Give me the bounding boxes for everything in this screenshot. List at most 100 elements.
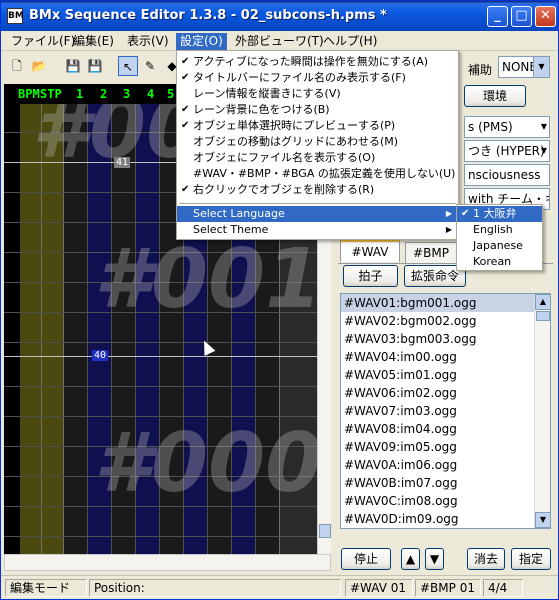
list-item[interactable]: #WAV01:bgm001.ogg — [341, 294, 550, 312]
minimize-button[interactable]: _ — [487, 6, 508, 27]
menu-edit[interactable]: 編集(E) — [69, 33, 118, 50]
hojo-select[interactable]: NONE ▼ — [498, 56, 550, 78]
move-down-button[interactable]: ▼ — [425, 548, 444, 570]
menu-help[interactable]: ヘルプ(H) — [319, 33, 381, 50]
environment-button[interactable]: 環境 — [464, 85, 526, 107]
status-beat: 4/4 — [483, 579, 523, 597]
list-item[interactable]: #WAV03:bgm003.ogg — [341, 330, 550, 348]
mode-select[interactable]: s (PMS) ▼ — [464, 116, 550, 138]
language-submenu: ✔ 1 大阪弁 English Japanese Korean — [456, 204, 543, 271]
app-icon: BM — [7, 8, 24, 24]
status-position: Position: — [89, 579, 341, 597]
menu-option-right-click-delete[interactable]: ✔ 右クリックでオブジェを削除する(R) — [177, 182, 458, 198]
menu-option-label: #WAV・#BMP・#BGA の拡張定義を使用しない(U) — [193, 167, 456, 180]
menu-option-label: アクティブになった瞬間は操作を無効にする(A) — [193, 55, 429, 68]
status-bar: 編集モード Position: #WAV 01 #BMP 01 4/4 — [1, 575, 558, 599]
menu-settings[interactable]: 設定(O) — [176, 33, 227, 50]
language-option-label: Japanese — [473, 239, 523, 252]
wav-list-scroll-thumb[interactable] — [536, 311, 550, 321]
list-item[interactable]: #WAV0C:im08.ogg — [341, 492, 550, 510]
assign-button[interactable]: 指定 — [511, 548, 551, 570]
wav-list[interactable]: #WAV01:bgm001.ogg #WAV02:bgm002.ogg #WAV… — [340, 293, 551, 529]
language-option-english[interactable]: English — [457, 222, 542, 238]
measure-watermark-bottom: #000 — [94, 416, 323, 511]
language-option-label: 1 大阪弁 — [473, 207, 517, 220]
list-item[interactable]: #WAV05:im01.ogg — [341, 366, 550, 384]
language-option-korean[interactable]: Korean — [457, 254, 542, 270]
list-item[interactable]: #WAV0A:im06.ogg — [341, 456, 550, 474]
move-up-button[interactable]: ▲ — [401, 548, 420, 570]
editor-horizontal-scrollbar[interactable] — [4, 554, 331, 571]
pencil-icon[interactable]: ✎ — [140, 56, 160, 76]
chevron-down-icon[interactable]: ▼ — [541, 117, 547, 137]
title-field[interactable]: nsciousness — [464, 164, 550, 186]
check-icon: ✔ — [181, 184, 190, 195]
close-button[interactable]: ✕ — [535, 6, 556, 27]
list-item[interactable]: #WAV0B:im07.ogg — [341, 474, 550, 492]
chevron-down-icon[interactable]: ▼ — [541, 141, 547, 161]
lane-gutter — [4, 84, 20, 554]
measure-number-41: 41 — [114, 157, 131, 168]
menu-option-preview-on-select[interactable]: ✔ オブジェ単体選択時にプレビューする(P) — [177, 118, 458, 134]
hojo-label: 補助 — [468, 63, 493, 77]
menu-option-disable-on-activate[interactable]: ✔ アクティブになった瞬間は操作を無効にする(A) — [177, 54, 458, 70]
lane-label-bpm: BPM — [18, 87, 40, 101]
title-bar[interactable]: BM BMx Sequence Editor 1.3.8 - 02_subcon… — [1, 1, 558, 31]
list-item[interactable]: #WAV0D:im09.ogg — [341, 510, 550, 528]
menu-option-filename-in-title[interactable]: ✔ タイトルバーにファイル名のみ表示する(F) — [177, 70, 458, 86]
check-icon: ✔ — [181, 56, 190, 67]
check-icon: ✔ — [181, 104, 190, 115]
difficulty-select[interactable]: つき (HYPER) ▼ — [464, 140, 550, 162]
hojo-select-value: NONE — [502, 60, 537, 74]
chevron-down-icon[interactable]: ▼ — [533, 57, 549, 77]
list-item[interactable]: #WAV06:im02.ogg — [341, 384, 550, 402]
save-icon[interactable]: 💾 — [63, 56, 83, 76]
list-item[interactable]: #WAV09:im05.ogg — [341, 438, 550, 456]
wav-list-scrollbar[interactable]: ▲ ▼ — [534, 294, 550, 528]
menu-option-label: レーン背景に色をつける(B) — [193, 103, 330, 116]
settings-dropdown: ✔ アクティブになった瞬間は操作を無効にする(A) ✔ タイトルバーにファイル名… — [176, 50, 459, 240]
list-item[interactable]: #WAV02:bgm002.ogg — [341, 312, 550, 330]
tab-bmp[interactable]: #BMP — [405, 242, 457, 264]
editor-scroll-thumb[interactable] — [319, 524, 331, 538]
beat-button[interactable]: 拍子 — [343, 265, 398, 287]
list-item[interactable]: #WAV08:im04.ogg — [341, 420, 550, 438]
list-item[interactable]: #WAV07:im03.ogg — [341, 402, 550, 420]
open-folder-icon[interactable]: 📂 — [29, 56, 49, 76]
menu-option-select-theme[interactable]: Select Theme ▶ — [177, 222, 458, 238]
menu-option-snap-to-grid[interactable]: オブジェの移動はグリッドにあわせる(M) — [177, 134, 458, 150]
menu-option-label: オブジェにファイル名を表示する(O) — [193, 151, 376, 164]
erase-button[interactable]: 消去 — [467, 548, 505, 570]
scroll-up-icon[interactable]: ▲ — [535, 294, 550, 310]
status-mode: 編集モード — [5, 579, 87, 597]
stop-button[interactable]: 停止 — [341, 548, 391, 570]
app-window: BM BMx Sequence Editor 1.3.8 - 02_subcon… — [0, 0, 559, 600]
menu-bar: ファイル(F) 編集(E) 表示(V) 設定(O) 外部ビューワ(T) ヘルプ(… — [1, 31, 558, 51]
language-option-japanese[interactable]: Japanese — [457, 238, 542, 254]
menu-option-show-filename[interactable]: オブジェにファイル名を表示する(O) — [177, 150, 458, 166]
lane-label-5: 5 — [167, 87, 175, 101]
menu-option-lane-background-color[interactable]: ✔ レーン背景に色をつける(B) — [177, 102, 458, 118]
select-cursor-icon[interactable]: ↖ — [118, 56, 138, 76]
scroll-down-icon[interactable]: ▼ — [535, 512, 550, 528]
language-option-label: Korean — [473, 255, 512, 268]
list-item[interactable]: #WAV04:im00.ogg — [341, 348, 550, 366]
menu-option-disable-extended-defs[interactable]: #WAV・#BMP・#BGA の拡張定義を使用しない(U) — [177, 166, 458, 182]
submenu-arrow-icon: ▶ — [445, 225, 452, 234]
lane-label-stp: STP — [40, 87, 62, 101]
language-option-label: English — [473, 223, 513, 236]
menu-option-label: レーン情報を縦書きにする(V) — [193, 87, 341, 100]
menu-external-viewer[interactable]: 外部ビューワ(T) — [231, 33, 328, 50]
measure-watermark-mid: #001 — [94, 232, 323, 327]
save-as-icon[interactable]: 💾 — [85, 56, 105, 76]
check-icon: ✔ — [461, 208, 470, 219]
language-option-osaka[interactable]: ✔ 1 大阪弁 — [457, 206, 542, 222]
maximize-button[interactable]: □ — [511, 6, 532, 27]
menu-view[interactable]: 表示(V) — [123, 33, 173, 50]
menu-option-label: タイトルバーにファイル名のみ表示する(F) — [193, 71, 406, 84]
tab-wav[interactable]: #WAV — [340, 240, 400, 262]
status-wav: #WAV 01 — [345, 579, 413, 597]
new-file-icon[interactable]: 🗋 — [7, 56, 27, 76]
menu-option-select-language[interactable]: Select Language ▶ — [177, 206, 458, 222]
menu-option-vertical-lane-info[interactable]: レーン情報を縦書きにする(V) — [177, 86, 458, 102]
